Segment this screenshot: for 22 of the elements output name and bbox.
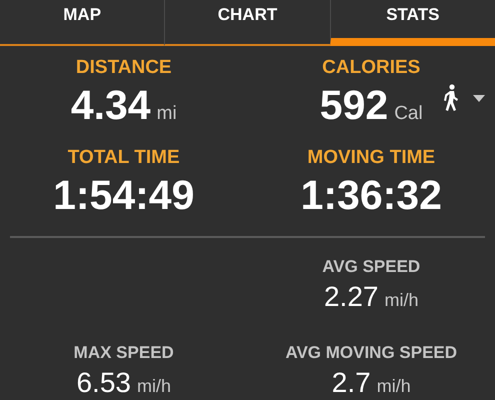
stat-label: AVG MOVING SPEED	[285, 342, 458, 364]
stat-label: MOVING TIME	[307, 146, 436, 170]
stat-value: 1:54:49	[53, 171, 194, 220]
stat-unit: mi/h	[136, 375, 171, 398]
stat-unit: Cal	[394, 102, 423, 126]
stat-value: 1:36:32	[300, 171, 442, 220]
stat-label: CALORIES	[322, 56, 420, 80]
stat-value: 592	[320, 81, 388, 130]
stat-unit: mi/h	[384, 289, 418, 312]
tab[interactable]: CHART	[164, 0, 330, 46]
tab[interactable]: STATS	[330, 0, 495, 46]
stat-value: 4.34	[70, 81, 151, 130]
stat-label: TOTAL TIME	[68, 146, 180, 170]
stat-label: MAX SPEED	[74, 342, 174, 364]
stat-label: DISTANCE	[76, 56, 172, 80]
stat-value: 2.27	[324, 280, 378, 314]
stat-label: AVG SPEED	[322, 256, 420, 278]
stat-unit: mi/h	[376, 375, 411, 398]
dropdown-caret-icon	[472, 94, 485, 102]
stat-value: 2.7	[332, 366, 371, 400]
stat-unit: mi	[156, 102, 177, 126]
stat-value: 6.53	[76, 366, 131, 400]
